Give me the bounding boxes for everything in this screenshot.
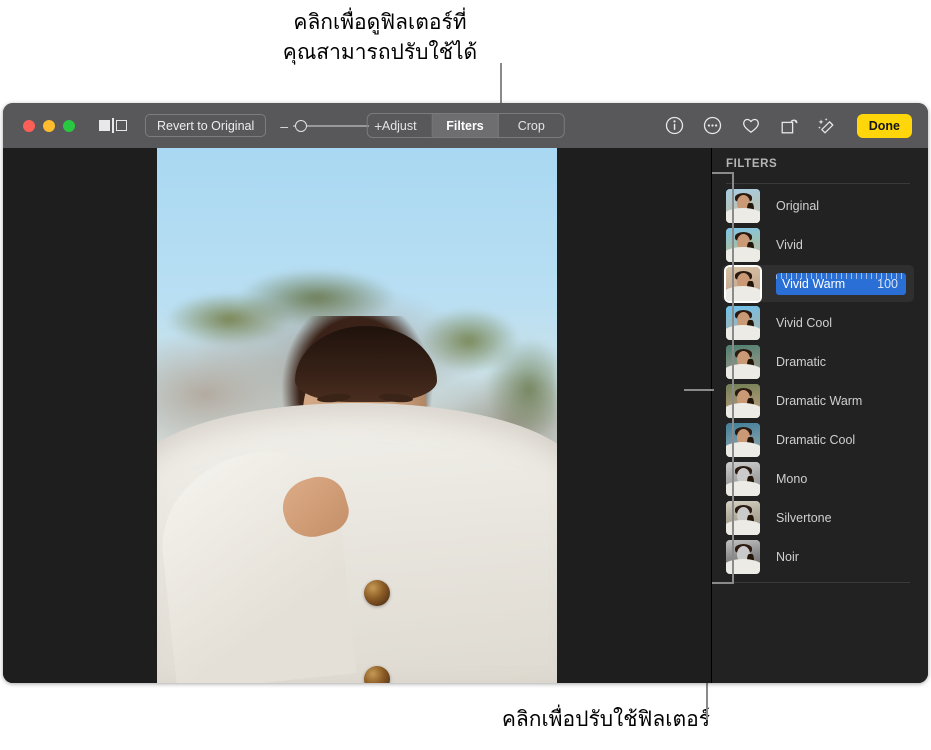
filter-label: Dramatic Warm	[776, 393, 863, 408]
thumb-inner	[726, 500, 760, 535]
filter-label: Dramatic Cool	[776, 432, 856, 447]
filter-row-vivid-cool[interactable]: Vivid Cool	[712, 303, 928, 342]
zoom-button[interactable]	[63, 119, 75, 132]
filter-thumbnail[interactable]	[726, 461, 760, 496]
split-compare-icon[interactable]	[99, 118, 127, 133]
zoom-out-icon[interactable]: –	[280, 119, 288, 133]
filter-thumbnail[interactable]	[726, 227, 760, 262]
filter-row-vivid[interactable]: Vivid	[712, 225, 928, 264]
thumb-shirt	[726, 558, 760, 574]
thumb-shirt	[726, 402, 760, 418]
filter-thumbnail[interactable]	[726, 344, 760, 379]
filter-row-vivid-warm[interactable]: Vivid Warm 100	[712, 264, 928, 303]
tab-adjust[interactable]: Adjust	[367, 114, 433, 137]
toolbar-right-actions: Done	[665, 113, 916, 138]
info-icon[interactable]	[665, 116, 685, 136]
tab-filters[interactable]: Filters	[432, 114, 499, 137]
minimize-button[interactable]	[43, 119, 55, 132]
filter-label: Vivid	[776, 237, 803, 252]
thumb-shirt	[726, 285, 760, 301]
thumb-shirt	[726, 246, 760, 262]
thumb-shirt	[726, 363, 760, 379]
filter-intensity-value: 100	[877, 276, 898, 291]
screenshot-root: คลิกเพื่อดูฟิลเตอร์ที่ คุณสามารถปรับใช้ไ…	[0, 0, 931, 750]
close-button[interactable]	[23, 119, 35, 132]
filter-label: Original	[776, 198, 820, 213]
filter-row-dramatic[interactable]: Dramatic	[712, 342, 928, 381]
done-button[interactable]: Done	[856, 113, 912, 138]
photo-canvas[interactable]	[3, 148, 711, 683]
favorite-icon[interactable]	[741, 116, 761, 136]
thumb-inner	[726, 188, 760, 223]
thumb-shirt	[726, 519, 760, 535]
auto-enhance-icon[interactable]	[817, 116, 837, 136]
filter-thumbnail[interactable]	[726, 266, 760, 301]
filters-panel-rule-bottom	[726, 582, 910, 583]
thumb-inner	[726, 344, 760, 379]
revert-to-original-button[interactable]: Revert to Original	[145, 114, 267, 137]
filter-row-original[interactable]: Original	[712, 186, 928, 225]
filters-list-bracket-tick	[684, 389, 714, 391]
thumb-shirt	[726, 207, 760, 223]
tab-crop[interactable]: Crop	[499, 114, 564, 137]
filter-thumbnail[interactable]	[726, 539, 760, 574]
filters-panel-title: FILTERS	[726, 158, 778, 170]
thumb-inner	[726, 227, 760, 262]
thumb-shirt	[726, 441, 760, 457]
editor-toolbar: Revert to Original – + Adjust Filters Cr…	[3, 103, 928, 148]
photo-shirt-button-1	[364, 580, 390, 606]
filter-row-dramatic-cool[interactable]: Dramatic Cool	[712, 420, 928, 459]
rotate-icon[interactable]	[779, 116, 799, 136]
more-icon[interactable]	[703, 116, 723, 136]
split-right-square	[116, 120, 127, 131]
split-divider	[112, 118, 114, 133]
split-left-square	[99, 120, 110, 131]
thumb-inner	[726, 305, 760, 340]
filter-row-noir[interactable]: Noir	[712, 537, 928, 576]
zoom-slider-track[interactable]	[293, 119, 370, 132]
filter-thumbnail[interactable]	[726, 383, 760, 418]
filter-label: Vivid Cool	[776, 315, 833, 330]
filter-label: Mono	[776, 471, 808, 486]
thumb-shirt	[726, 324, 760, 340]
filters-panel: FILTERS Original Vivid Vivid Warm 100 Vi…	[712, 148, 928, 683]
editor-body: FILTERS Original Vivid Vivid Warm 100 Vi…	[3, 148, 928, 683]
thumb-inner	[726, 539, 760, 574]
zoom-slider-thumb[interactable]	[295, 119, 308, 132]
filter-thumbnail[interactable]	[726, 422, 760, 457]
filter-label: Silvertone	[776, 510, 832, 525]
filter-intensity-slider[interactable]: Vivid Warm 100	[776, 272, 906, 295]
filters-panel-rule-top	[726, 183, 910, 184]
filter-row-dramatic-warm[interactable]: Dramatic Warm	[712, 381, 928, 420]
callout-top-text: คลิกเพื่อดูฟิลเตอร์ที่ คุณสามารถปรับใช้ไ…	[282, 10, 478, 64]
filter-thumbnail[interactable]	[726, 305, 760, 340]
filter-row-silvertone[interactable]: Silvertone	[712, 498, 928, 537]
window-controls[interactable]	[23, 119, 75, 132]
slider-text: Vivid Warm 100	[776, 273, 906, 295]
thumb-inner	[726, 422, 760, 457]
edited-photo[interactable]	[157, 148, 557, 683]
filter-thumbnail[interactable]	[726, 500, 760, 535]
filter-thumbnail[interactable]	[726, 188, 760, 223]
filter-label: Vivid Warm	[782, 276, 846, 291]
thumb-inner	[726, 461, 760, 496]
callout-bottom-text: คลิกเพื่อปรับใช้ฟิลเตอร์	[501, 707, 710, 731]
filter-label: Dramatic	[776, 354, 827, 369]
thumb-shirt	[726, 480, 760, 496]
thumb-inner	[726, 266, 760, 301]
photos-editor-window: Revert to Original – + Adjust Filters Cr…	[3, 103, 928, 683]
edit-mode-segmented-control[interactable]: Adjust Filters Crop	[366, 113, 565, 138]
filter-label: Noir	[776, 549, 799, 564]
filter-row-mono[interactable]: Mono	[712, 459, 928, 498]
filters-list[interactable]: Original Vivid Vivid Warm 100 Vivid Cool…	[712, 186, 928, 576]
thumb-inner	[726, 383, 760, 418]
